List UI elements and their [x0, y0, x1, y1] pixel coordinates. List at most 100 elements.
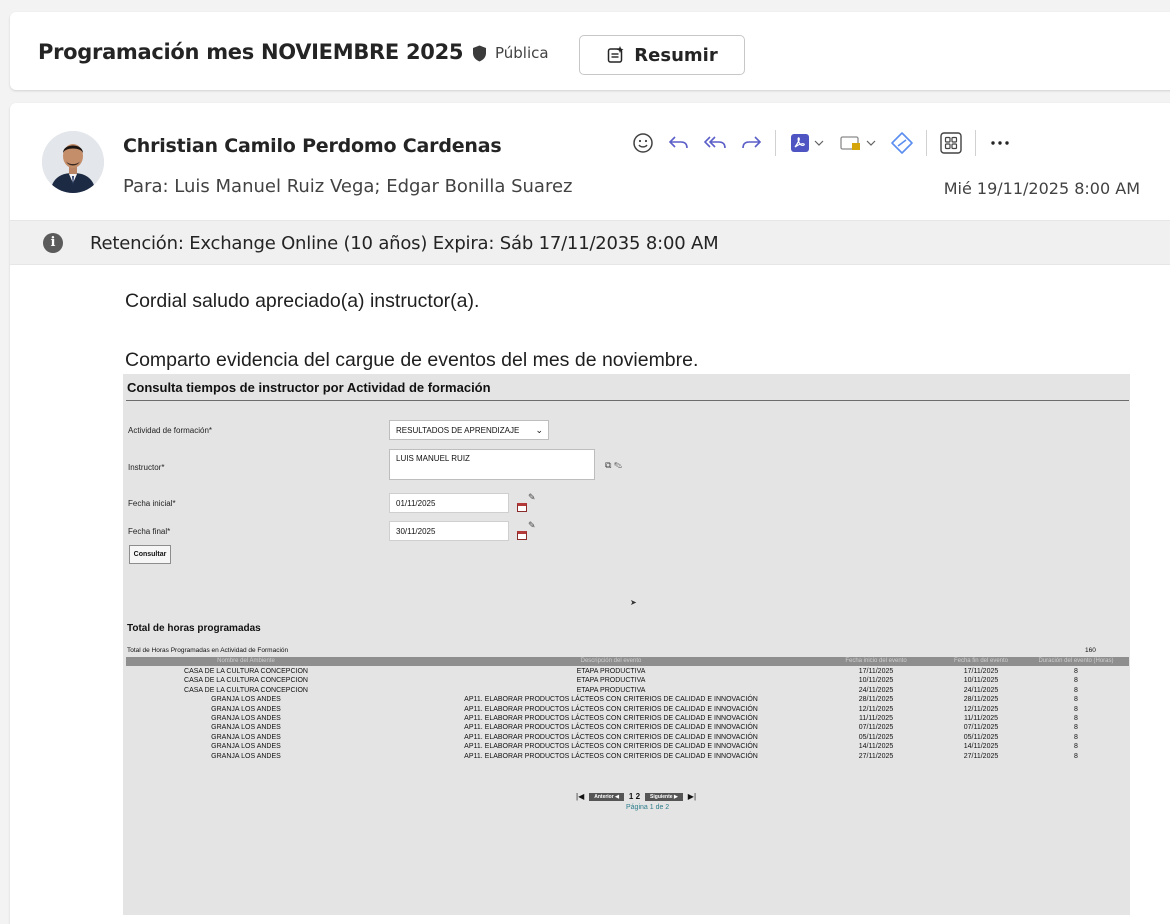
toolbar-divider	[926, 130, 927, 156]
table-row: GRANJA LOS ANDES AP11. ELABORAR PRODUCTOS…	[126, 733, 1129, 742]
lookup-icon: ⧉ ✎	[605, 460, 623, 470]
retention-bar: i Retención: Exchange Online (10 años) E…	[10, 220, 1170, 265]
column-header: Duración del evento (Horas)	[1038, 658, 1114, 664]
table-row: CASA DE LA CULTURA CONCEPCION ETAPA PRODU…	[126, 676, 1129, 685]
table-row: CASA DE LA CULTURA CONCEPCION ETAPA PRODU…	[126, 686, 1129, 695]
table-cell: ETAPA PRODUCTIVA	[576, 686, 646, 694]
divider	[126, 400, 1129, 401]
sender-name[interactable]: Christian Camilo Perdomo Cardenas	[123, 135, 502, 157]
table-cell: 8	[1074, 715, 1078, 722]
table-cell: 12/11/2025	[858, 705, 894, 713]
subject-header: Programación mes NOVIEMBRE 2025 Pública …	[10, 12, 1170, 90]
table-cell: 8	[1074, 733, 1078, 741]
end-date-label: Fecha final*	[128, 527, 171, 536]
pager: |◀ Anterior ◀ 1 2 Siguiente ▶ ▶|	[576, 792, 696, 801]
window-edge	[0, 0, 10, 924]
chevron-down-icon	[866, 140, 876, 146]
clear-icon: ✎	[528, 492, 536, 502]
table-cell: 24/11/2025	[858, 686, 894, 694]
table-cell: AP11. ELABORAR PRODUCTOS LÁCTEOS CON CRI…	[464, 715, 758, 722]
embedded-screenshot: Consulta tiempos de instructor por Activ…	[123, 374, 1130, 915]
avatar-photo	[42, 131, 104, 193]
grid-icon[interactable]	[933, 125, 969, 161]
table-cell: CASA DE LA CULTURA CONCEPCION	[184, 668, 308, 675]
apps-dropdown[interactable]	[832, 125, 884, 161]
table-cell: 8	[1074, 705, 1078, 713]
table-row: GRANJA LOS ANDES AP11. ELABORAR PRODUCTOS…	[126, 742, 1129, 751]
reply-all-icon[interactable]	[697, 125, 733, 161]
chevron-down-icon: ⌄	[535, 425, 543, 435]
table-cell: ETAPA PRODUCTIVA	[576, 677, 646, 685]
table-cell: GRANJA LOS ANDES	[211, 752, 281, 760]
table-cell: GRANJA LOS ANDES	[211, 715, 281, 722]
message-date: Mié 19/11/2025 8:00 AM	[943, 179, 1140, 198]
recipients[interactable]: Para: Luis Manuel Ruiz Vega; Edgar Bonil…	[123, 176, 573, 197]
next-page-button: Siguiente ▶	[645, 792, 683, 801]
table-cell: ETAPA PRODUCTIVA	[576, 668, 646, 675]
table-cell: CASA DE LA CULTURA CONCEPCION	[184, 677, 308, 685]
loop-icon[interactable]	[884, 125, 920, 161]
last-page-icon: ▶|	[687, 792, 697, 801]
clear-icon: ✎	[528, 520, 536, 530]
table-row: GRANJA LOS ANDES AP11. ELABORAR PRODUCTOS…	[126, 723, 1129, 732]
embedded-title: Consulta tiempos de instructor por Activ…	[127, 380, 491, 395]
page-info: Página 1 de 2	[626, 804, 670, 811]
subject-title: Programación mes NOVIEMBRE 2025	[38, 40, 464, 64]
table-row: GRANJA LOS ANDES AP11. ELABORAR PRODUCTOS…	[126, 752, 1129, 761]
prev-page-button: Anterior ◀	[589, 792, 624, 801]
activity-select: RESULTADOS DE APRENDIZAJE ⌄	[389, 420, 549, 440]
apps-icon	[840, 136, 860, 150]
table-cell: 8	[1074, 677, 1078, 685]
table-cell: AP11. ELABORAR PRODUCTOS LÁCTEOS CON CRI…	[464, 724, 758, 732]
table-row: GRANJA LOS ANDES AP11. ELABORAR PRODUCTOS…	[126, 714, 1129, 723]
toolbar-divider	[775, 130, 776, 156]
reply-icon[interactable]	[661, 125, 697, 161]
table-cell: GRANJA LOS ANDES	[211, 705, 281, 713]
totals-value: 160	[1085, 647, 1096, 654]
sensitivity-label[interactable]: Pública	[495, 44, 549, 62]
table-cell: 17/11/2025	[963, 668, 999, 675]
info-icon: i	[43, 233, 63, 253]
cursor-icon: ➤	[630, 598, 637, 607]
smiley-icon[interactable]	[625, 125, 661, 161]
table-row: GRANJA LOS ANDES AP11. ELABORAR PRODUCTOS…	[126, 705, 1129, 714]
consult-button: Consultar	[129, 545, 171, 564]
calendar-icon	[517, 531, 527, 540]
table-cell: AP11. ELABORAR PRODUCTOS LÁCTEOS CON CRI…	[464, 733, 758, 741]
table-cell: 10/11/2025	[858, 677, 894, 685]
table-cell: 8	[1074, 686, 1078, 694]
table-cell: AP11. ELABORAR PRODUCTOS LÁCTEOS CON CRI…	[464, 696, 758, 704]
page-numbers: 1 2	[628, 792, 641, 801]
table-cell: 14/11/2025	[858, 743, 894, 751]
instructor-label: Instructor*	[128, 463, 165, 472]
shield-icon	[473, 45, 486, 62]
totals-row: Total de Horas Programadas en Actividad …	[127, 647, 1127, 654]
activity-value: RESULTADOS DE APRENDIZAJE	[396, 426, 520, 435]
end-date-field: 30/11/2025	[389, 521, 509, 541]
message-toolbar	[625, 125, 1018, 161]
table-cell: AP11. ELABORAR PRODUCTOS LÁCTEOS CON CRI…	[464, 743, 758, 751]
avatar[interactable]	[42, 131, 104, 193]
table-cell: 12/11/2025	[963, 705, 999, 713]
summarize-button[interactable]: Resumir	[579, 35, 745, 75]
table-cell: AP11. ELABORAR PRODUCTOS LÁCTEOS CON CRI…	[464, 705, 758, 713]
activity-label: Actividad de formación*	[128, 426, 213, 435]
table-cell: 10/11/2025	[963, 677, 999, 685]
table-cell: GRANJA LOS ANDES	[211, 733, 281, 741]
chevron-down-icon	[814, 140, 824, 146]
message-card: Christian Camilo Perdomo Cardenas Para: …	[10, 103, 1170, 924]
more-icon[interactable]	[982, 125, 1018, 161]
start-date-field: 01/11/2025	[389, 493, 509, 513]
table-cell: GRANJA LOS ANDES	[211, 724, 281, 732]
pdf-icon	[791, 134, 809, 152]
pdf-dropdown[interactable]	[782, 125, 832, 161]
table-cell: 8	[1074, 696, 1078, 704]
table-cell: 07/11/2025	[858, 724, 894, 732]
table-cell: 8	[1074, 668, 1078, 675]
table-cell: 05/11/2025	[963, 733, 999, 741]
start-date-label: Fecha inicial*	[128, 499, 176, 508]
table-cell: 14/11/2025	[963, 743, 999, 751]
table-header: Nombre del Ambiente Descripción del even…	[126, 657, 1129, 666]
retention-text: Retención: Exchange Online (10 años) Exp…	[90, 233, 719, 254]
forward-icon[interactable]	[733, 125, 769, 161]
